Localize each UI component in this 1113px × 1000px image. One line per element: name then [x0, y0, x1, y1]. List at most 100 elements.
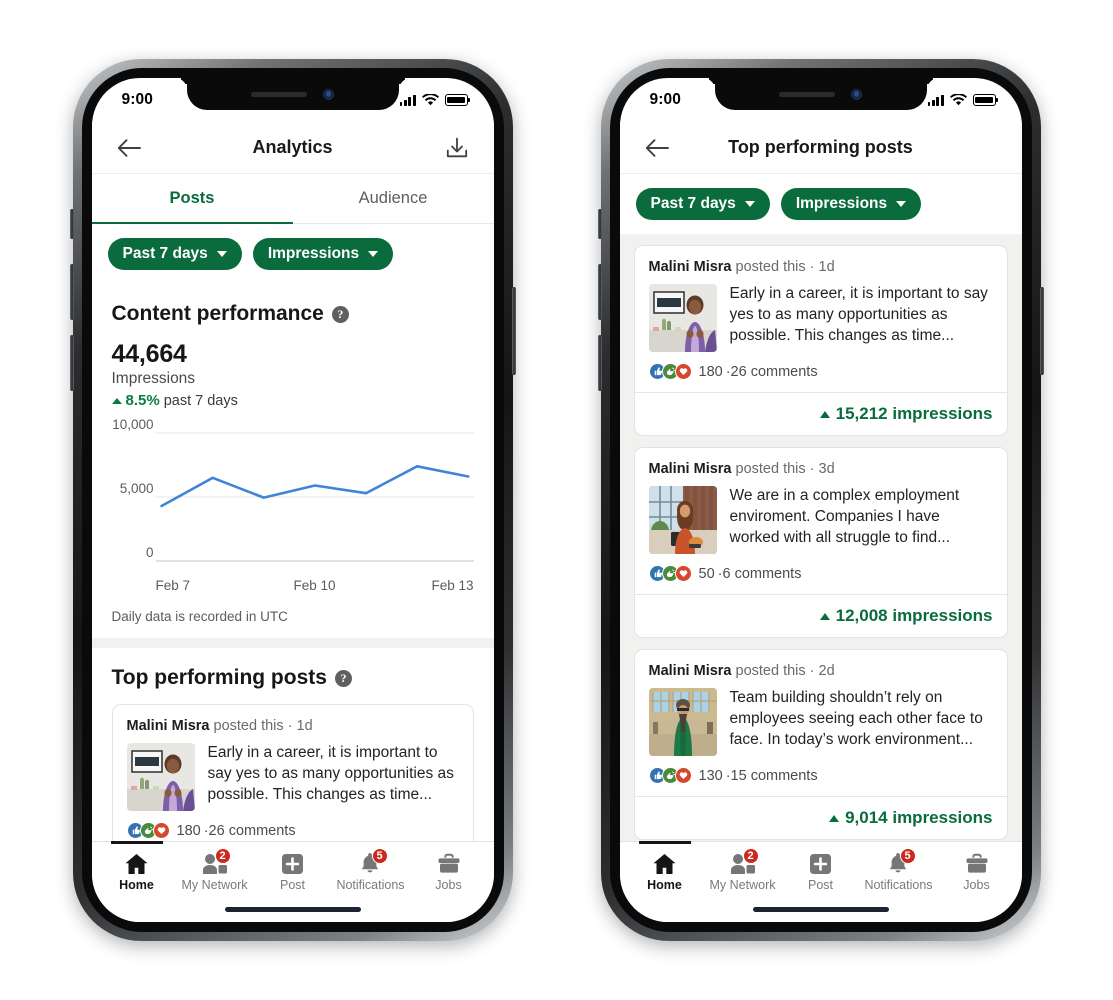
bottom-nav-notifications[interactable]: 5 Notifications [860, 848, 938, 892]
content-performance-title: Content performance ? [112, 302, 474, 326]
earpiece-speaker-icon [251, 91, 307, 97]
top-posts-heading: Top performing posts [111, 666, 327, 689]
my-network-icon: 2 [730, 848, 759, 875]
front-camera-icon [851, 88, 862, 100]
volume-down-button[interactable] [69, 335, 74, 391]
back-button[interactable] [112, 131, 146, 165]
volume-up-button[interactable] [597, 264, 602, 320]
tab-posts[interactable]: Posts [91, 174, 293, 224]
love-icon [674, 363, 692, 380]
post-comment-count: 26 comments [730, 363, 818, 380]
post-card[interactable]: Malini Misra posted this · 3d We are in … [633, 447, 1008, 638]
tab-audience-label: Audience [358, 189, 428, 207]
xtick-feb-7: Feb 7 [155, 578, 191, 593]
power-button[interactable] [511, 287, 516, 375]
post-thumbnail-1[interactable] [648, 284, 717, 352]
filter-date-range[interactable]: Past 7 days [635, 188, 770, 220]
scroll-content-right[interactable]: Malini Misra posted this · 1d Early in a… [619, 234, 1022, 841]
post-card-preview[interactable]: Malini Misra posted this · 1d Early in a… [111, 704, 474, 841]
impressions-line-chart: 10,000 5,000 0 [112, 417, 474, 575]
home-indicator[interactable] [91, 896, 494, 922]
cellular-bars-icon [927, 94, 944, 106]
post-reaction-count: 180 [698, 363, 723, 380]
post-action: posted this · [731, 663, 819, 679]
post-thumbnail-2[interactable] [648, 486, 717, 554]
earpiece-speaker-icon [779, 91, 835, 97]
filter-bar-left: Past 7 days Impressions [91, 224, 494, 284]
bottom-nav-home[interactable]: Home [98, 849, 176, 892]
bottom-nav-notifications[interactable]: 5 Notifications [332, 848, 410, 892]
post-time: 2d [818, 663, 835, 679]
nav-bar-left: Analytics [91, 122, 494, 174]
woman-purple-cardigan-indoor-thumbnail [648, 284, 717, 352]
ytick-5000: 5,000 [119, 481, 154, 496]
tab-audience[interactable]: Audience [293, 174, 494, 223]
post-text: Team building shouldn’t rely on employee… [729, 689, 983, 748]
love-icon [674, 565, 692, 582]
post-time: 1d [296, 718, 313, 734]
impressions-metric-label: Impressions [111, 370, 196, 387]
triangle-up-icon [829, 814, 840, 822]
top-posts-section-left: Top performing posts ? Malini Misra post… [91, 648, 494, 841]
home-indicator[interactable] [619, 896, 1022, 922]
download-button[interactable] [440, 131, 474, 165]
filter-date-range-label: Past 7 days [650, 195, 736, 212]
screenshot-stage: 9:00 Analytics Posts Audience Past 7 day… [0, 0, 1113, 1000]
bell-icon: 5 [886, 848, 916, 875]
filter-date-range[interactable]: Past 7 days [107, 238, 242, 270]
post-meta: Malini Misra posted this · 2d [649, 663, 993, 679]
woman-orange-sweater-desk-thumbnail [648, 486, 717, 554]
post-card[interactable]: Malini Misra posted this · 1d Early in a… [633, 245, 1008, 436]
help-question-icon[interactable]: ? [331, 305, 349, 323]
back-button[interactable] [640, 131, 674, 165]
status-time: 9:00 [121, 91, 153, 108]
silent-switch[interactable] [69, 209, 74, 239]
post-content: Malini Misra posted this · 2d Team build… [635, 650, 1007, 796]
post-row: Early in a career, it is important to sa… [648, 284, 993, 352]
filter-metric[interactable]: Impressions [252, 238, 394, 270]
post-comment-count: 6 comments [722, 565, 802, 582]
filter-metric[interactable]: Impressions [780, 188, 922, 220]
bottom-nav-home[interactable]: Home [626, 849, 704, 892]
analytics-tabs: Posts Audience [91, 174, 494, 224]
chart-x-axis-labels: Feb 7 Feb 10 Feb 13 [112, 578, 474, 593]
post-impressions-value: 9,014 impressions [845, 808, 993, 827]
post-time: 1d [818, 259, 835, 275]
bottom-nav-post[interactable]: Post [782, 849, 860, 892]
xtick-feb-13: Feb 13 [431, 578, 474, 593]
post-author: Malini Misra [648, 259, 732, 275]
volume-up-button[interactable] [69, 264, 74, 320]
nav-bar-right: Top performing posts [619, 122, 1022, 174]
back-arrow-icon [117, 138, 141, 157]
bottom-nav-my-network-label: My Network [181, 878, 248, 892]
phone-right: 9:00 Top performing posts Past 7 days Im… [597, 59, 1044, 941]
delta-period: past 7 days [163, 392, 238, 409]
bottom-nav-my-network[interactable]: 2 My Network [176, 848, 254, 892]
post-card[interactable]: Malini Misra posted this · 2d Team build… [633, 649, 1008, 840]
post-content: Malini Misra posted this · 3d We are in … [635, 448, 1007, 594]
help-question-icon[interactable]: ? [334, 669, 352, 687]
post-row: We are in a complex employment enviromen… [648, 486, 993, 554]
silent-switch[interactable] [597, 209, 602, 239]
scroll-content-left[interactable]: Content performance ? 44,664 Impressions… [91, 284, 494, 841]
post-thumbnail-3[interactable] [648, 688, 717, 756]
post-content: Malini Misra posted this · 1d Early in a… [113, 705, 473, 841]
plus-square-icon [280, 853, 306, 875]
power-button[interactable] [1039, 287, 1044, 375]
post-author: Malini Misra [648, 461, 732, 477]
home-icon [124, 853, 150, 875]
post-content: Malini Misra posted this · 1d Early in a… [635, 246, 1007, 392]
front-camera-icon [323, 88, 334, 100]
filter-bar-right: Past 7 days Impressions [619, 174, 1022, 234]
bottom-nav-jobs[interactable]: Jobs [410, 849, 488, 892]
triangle-up-icon [111, 397, 122, 404]
bottom-nav-jobs[interactable]: Jobs [938, 849, 1016, 892]
post-thumbnail-1[interactable] [126, 743, 195, 811]
bottom-nav-post-label: Post [807, 878, 833, 892]
bottom-nav-post[interactable]: Post [254, 849, 332, 892]
battery-full-icon [972, 94, 998, 106]
volume-down-button[interactable] [597, 335, 602, 391]
woman-purple-cardigan-indoor-thumbnail [126, 743, 195, 811]
tab-posts-label: Posts [169, 189, 215, 207]
bottom-nav-my-network[interactable]: 2 My Network [704, 848, 782, 892]
